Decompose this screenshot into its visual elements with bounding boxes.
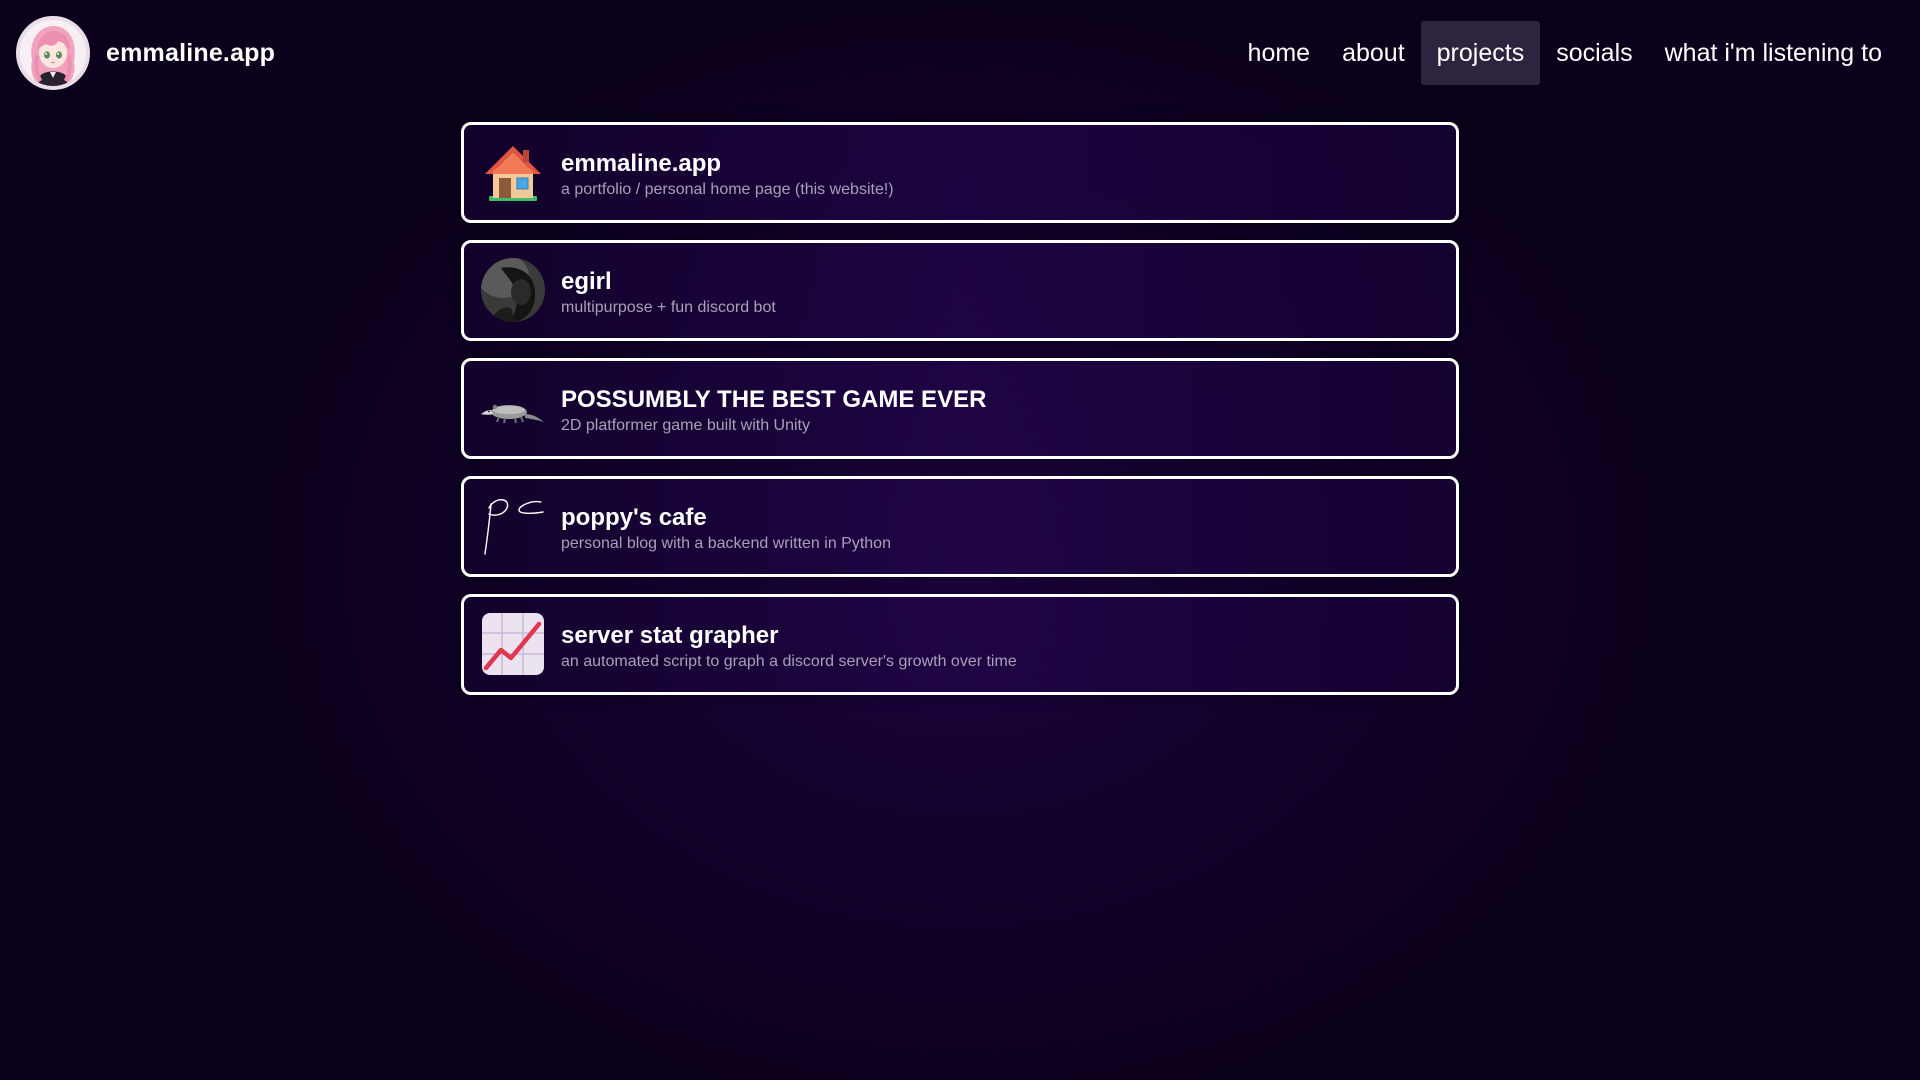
nav-socials[interactable]: socials <box>1540 21 1648 85</box>
project-card-server-stat-grapher[interactable]: server stat grapher an automated script … <box>461 594 1459 695</box>
project-description: personal blog with a backend written in … <box>561 535 891 552</box>
project-card-emmaline-app[interactable]: emmaline.app a portfolio / personal home… <box>461 122 1459 223</box>
anime-avatar-icon[interactable] <box>16 16 90 90</box>
project-title: egirl <box>561 268 612 295</box>
project-text: emmaline.app a portfolio / personal home… <box>561 150 894 201</box>
project-title: emmaline.app <box>561 150 722 177</box>
nav-home[interactable]: home <box>1232 21 1327 85</box>
project-list: emmaline.app a portfolio / personal home… <box>461 122 1459 712</box>
project-card-egirl[interactable]: egirl multipurpose + fun discord bot <box>461 240 1459 341</box>
project-text: server stat grapher an automated script … <box>561 622 1017 673</box>
nav-listening[interactable]: what i'm listening to <box>1649 21 1898 85</box>
project-title: server stat grapher <box>561 622 779 649</box>
chart-increasing-icon <box>481 612 545 676</box>
nav-projects[interactable]: projects <box>1420 21 1541 85</box>
house-icon <box>481 140 545 204</box>
main-nav: home about projects socials what i'm lis… <box>1232 21 1898 85</box>
nav-about[interactable]: about <box>1326 21 1421 85</box>
project-text: POSSUMBLY THE BEST GAME EVER 2D platform… <box>561 386 986 437</box>
site-header: emmaline.app home about projects socials… <box>0 0 1920 108</box>
project-description: a portfolio / personal home page (this w… <box>561 181 894 198</box>
project-description: an automated script to graph a discord s… <box>561 653 1017 670</box>
site-title[interactable]: emmaline.app <box>106 39 275 68</box>
project-card-poppys-cafe[interactable]: poppy's cafe personal blog with a backen… <box>461 476 1459 577</box>
project-description: 2D platformer game built with Unity <box>561 417 810 434</box>
project-title: POSSUMBLY THE BEST GAME EVER <box>561 386 987 413</box>
project-text: poppy's cafe personal blog with a backen… <box>561 504 891 555</box>
possum-icon <box>481 376 545 440</box>
project-card-possumbly[interactable]: POSSUMBLY THE BEST GAME EVER 2D platform… <box>461 358 1459 459</box>
egirl-avatar-icon <box>481 258 545 322</box>
project-title: poppy's cafe <box>561 504 707 531</box>
pc-signature-icon <box>481 494 545 558</box>
project-description: multipurpose + fun discord bot <box>561 299 776 316</box>
project-text: egirl multipurpose + fun discord bot <box>561 268 776 319</box>
brand[interactable]: emmaline.app <box>16 16 275 90</box>
